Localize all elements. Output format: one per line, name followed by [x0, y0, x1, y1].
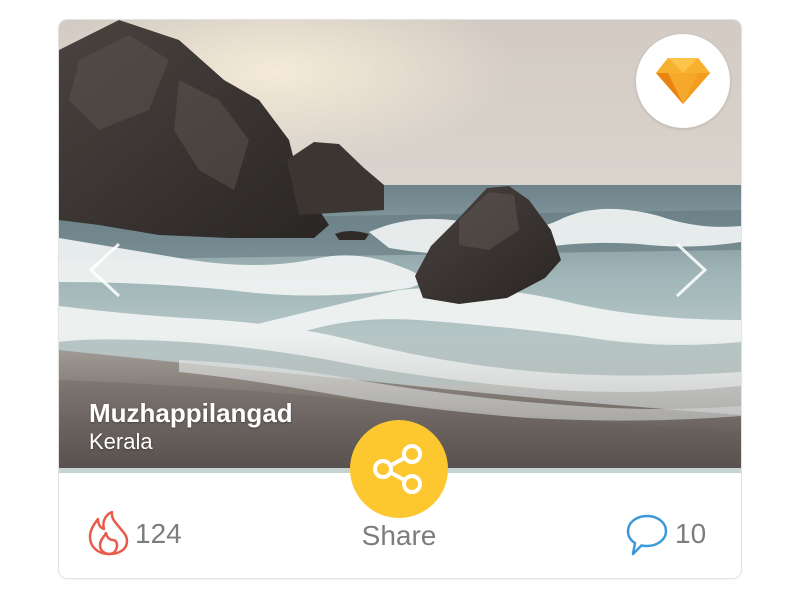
sketch-diamond-icon: [656, 58, 710, 104]
comments-button[interactable]: 10: [625, 510, 735, 558]
place-name: Muzhappilangad: [89, 398, 293, 428]
flame-icon: [88, 510, 129, 556]
share-icon: [373, 444, 422, 494]
sketch-badge: [636, 34, 730, 128]
speech-bubble-icon: [626, 514, 668, 556]
destination-card: Muzhappilangad Kerala Share 124 10: [59, 20, 741, 578]
chevron-right-icon: [675, 242, 708, 298]
likes-count: 124: [135, 518, 182, 549]
share-button[interactable]: [350, 420, 448, 518]
previous-photo-button[interactable]: [85, 240, 125, 300]
chevron-left-icon: [88, 242, 121, 298]
likes-button[interactable]: 124: [87, 510, 217, 558]
comments-count: 10: [675, 518, 707, 549]
place-caption: Muzhappilangad Kerala: [89, 398, 293, 456]
place-region: Kerala: [89, 429, 153, 454]
share-label[interactable]: Share: [327, 520, 471, 552]
next-photo-button[interactable]: [671, 240, 711, 300]
